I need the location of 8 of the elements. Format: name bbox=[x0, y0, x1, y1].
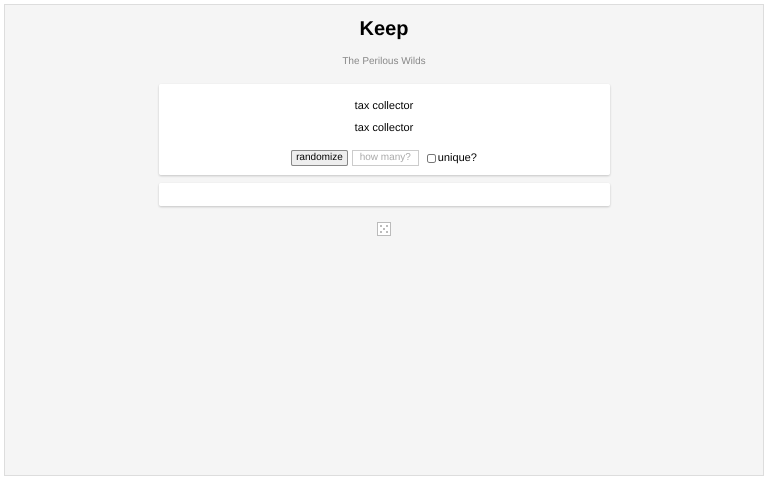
count-field[interactable]: how many? bbox=[352, 150, 419, 166]
unique-checkbox[interactable] bbox=[426, 154, 436, 163]
page-title: Keep bbox=[358, 17, 410, 41]
result-text: tax collector bbox=[354, 122, 414, 134]
result-text: tax collector bbox=[354, 100, 414, 112]
checkbox-label: unique? bbox=[438, 151, 477, 166]
page-subtitle: The Perilous Wilds bbox=[341, 55, 427, 69]
randomize-button[interactable]: randomize bbox=[291, 150, 348, 166]
